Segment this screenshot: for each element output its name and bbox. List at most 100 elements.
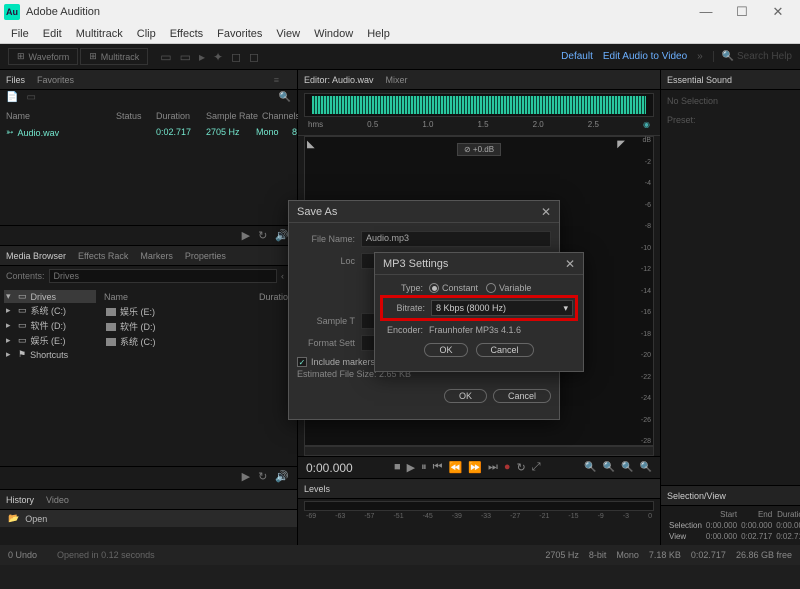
- radio-constant[interactable]: Constant: [429, 283, 478, 293]
- close-icon[interactable]: ✕: [541, 205, 551, 219]
- drives-root[interactable]: ▾▭ Drives: [4, 290, 96, 303]
- menu-edit[interactable]: Edit: [36, 28, 69, 40]
- tab-properties[interactable]: Properties: [185, 251, 226, 261]
- workspace-more-icon[interactable]: »: [697, 51, 703, 62]
- col-channels[interactable]: Channels: [262, 111, 300, 121]
- tab-selection-view[interactable]: Selection/View: [667, 491, 726, 501]
- tool-icon[interactable]: ▭: [160, 50, 171, 64]
- tool-icon[interactable]: ✦: [213, 50, 223, 64]
- transport-bar: 0:00.000 ■ ▶ ⏸ ⏮ ⏪ ⏩ ⏭ ● ↻ ⤢ 🔍 🔍 🔍 🔍: [298, 456, 660, 478]
- loop-button[interactable]: ↻: [517, 461, 526, 474]
- record-button[interactable]: ●: [504, 461, 511, 474]
- tab-files[interactable]: Files: [6, 75, 25, 85]
- folder-item[interactable]: 软件 (D:): [104, 319, 293, 334]
- stop-button[interactable]: ■: [394, 461, 401, 474]
- mb-col-name[interactable]: Name: [104, 292, 259, 302]
- close-icon[interactable]: ✕: [565, 257, 575, 271]
- tab-markers[interactable]: Markers: [140, 251, 173, 261]
- tab-effects-rack[interactable]: Effects Rack: [78, 251, 128, 261]
- radio-variable[interactable]: Variable: [486, 283, 531, 293]
- tab-video[interactable]: Video: [46, 495, 69, 505]
- folder-item[interactable]: 娱乐 (E:): [104, 304, 293, 319]
- col-samplerate[interactable]: Sample Rate: [206, 111, 262, 121]
- cancel-button[interactable]: Cancel: [493, 389, 551, 403]
- marker-icon[interactable]: ◤: [617, 139, 625, 150]
- contents-select[interactable]: Drives: [49, 269, 277, 283]
- workspace-editav[interactable]: Edit Audio to Video: [603, 51, 687, 62]
- filename-label: File Name:: [297, 234, 361, 244]
- bitrate-select[interactable]: 8 Kbps (8000 Hz)▾: [431, 300, 573, 316]
- tab-favorites[interactable]: Favorites: [37, 75, 74, 85]
- include-checkbox[interactable]: ✓: [297, 357, 307, 367]
- tab-history[interactable]: History: [6, 495, 34, 505]
- col-duration[interactable]: Duration: [156, 111, 206, 121]
- zoom-icon[interactable]: 🔍: [584, 462, 596, 473]
- search-icon[interactable]: 🔍: [279, 92, 291, 106]
- pause-button[interactable]: ⏸: [421, 461, 427, 474]
- menu-multitrack[interactable]: Multitrack: [69, 28, 130, 40]
- tab-levels[interactable]: Levels: [304, 484, 330, 494]
- menu-effects[interactable]: Effects: [163, 28, 210, 40]
- tool-icon[interactable]: ◻: [231, 50, 241, 64]
- zoom-icon[interactable]: 🔍: [603, 462, 615, 473]
- rewind-button[interactable]: ⏪: [449, 461, 463, 474]
- nav-back-icon[interactable]: ‹: [281, 271, 284, 281]
- play-button[interactable]: ▶: [407, 461, 415, 474]
- file-row[interactable]: ➳Audio.wav 0:02.717 2705 Hz Mono 8: [0, 124, 297, 141]
- volume-hud[interactable]: ⊘ +0.dB: [457, 143, 501, 156]
- zoom-icon[interactable]: 🔍: [621, 462, 633, 473]
- waveform-tab[interactable]: ⊞ Waveform: [8, 48, 78, 65]
- marker-icon[interactable]: ◣: [307, 139, 315, 150]
- menu-help[interactable]: Help: [360, 28, 397, 40]
- spectral-toggle-icon[interactable]: ◉: [643, 120, 650, 135]
- menu-window[interactable]: Window: [307, 28, 360, 40]
- zoom-icon[interactable]: 🔍: [640, 462, 652, 473]
- preset-label: Preset:: [667, 115, 696, 125]
- workspace-default[interactable]: Default: [561, 51, 593, 62]
- close-button[interactable]: ✕: [760, 4, 796, 20]
- loop-icon[interactable]: ↻: [258, 229, 267, 242]
- horizontal-scrollbar[interactable]: [304, 446, 654, 456]
- volume-icon[interactable]: 🔊: [275, 470, 289, 483]
- folder-item[interactable]: 系统 (C:): [104, 334, 293, 349]
- tab-mixer[interactable]: Mixer: [386, 75, 408, 85]
- play-icon[interactable]: ▶: [242, 470, 250, 483]
- search-input[interactable]: 🔍 Search Help: [713, 51, 792, 62]
- filename-field[interactable]: Audio.mp3: [361, 231, 551, 247]
- history-open[interactable]: 📂Open: [0, 510, 297, 527]
- tool-icon[interactable]: ▭: [180, 50, 191, 64]
- panel-menu-icon[interactable]: ≡: [274, 75, 279, 85]
- play-icon[interactable]: ▶: [242, 229, 250, 242]
- tab-essential-sound[interactable]: Essential Sound: [667, 75, 732, 85]
- volume-icon[interactable]: 🔊: [275, 229, 289, 242]
- tab-editor[interactable]: Editor: Audio.wav: [304, 75, 374, 85]
- shortcuts[interactable]: ▸⚑ Shortcuts: [4, 348, 96, 361]
- skip-back-button[interactable]: ⏮: [433, 461, 443, 474]
- menu-clip[interactable]: Clip: [130, 28, 163, 40]
- menu-view[interactable]: View: [269, 28, 307, 40]
- col-name[interactable]: Name: [6, 111, 116, 121]
- open-file-icon[interactable]: ▭: [26, 92, 35, 106]
- drive-item[interactable]: ▸▭ 软件 (D:): [4, 318, 96, 333]
- skip-fwd-button[interactable]: ⏭: [488, 461, 498, 474]
- multitrack-tab[interactable]: ⊞ Multitrack: [80, 48, 148, 65]
- tool-icon[interactable]: ▸: [199, 50, 205, 64]
- new-file-icon[interactable]: 📄: [6, 92, 18, 106]
- loop-icon[interactable]: ↻: [258, 470, 267, 483]
- minimize-button[interactable]: —: [688, 4, 724, 20]
- menu-file[interactable]: File: [4, 28, 36, 40]
- cancel-button[interactable]: Cancel: [476, 343, 534, 357]
- ffwd-button[interactable]: ⏩: [468, 461, 482, 474]
- tab-media-browser[interactable]: Media Browser: [6, 251, 66, 261]
- ok-button[interactable]: OK: [424, 343, 467, 357]
- menu-favorites[interactable]: Favorites: [210, 28, 269, 40]
- overview-waveform[interactable]: [304, 93, 654, 117]
- time-ruler[interactable]: hms 0.5 1.0 1.5 2.0 2.5 ◉: [298, 120, 660, 136]
- col-status[interactable]: Status: [116, 111, 156, 121]
- drive-item[interactable]: ▸▭ 娱乐 (E:): [4, 333, 96, 348]
- skip-sel-button[interactable]: ⤢: [532, 461, 541, 474]
- drive-item[interactable]: ▸▭ 系统 (C:): [4, 303, 96, 318]
- tool-icon[interactable]: ◻: [249, 50, 259, 64]
- maximize-button[interactable]: ☐: [724, 4, 760, 20]
- ok-button[interactable]: OK: [444, 389, 487, 403]
